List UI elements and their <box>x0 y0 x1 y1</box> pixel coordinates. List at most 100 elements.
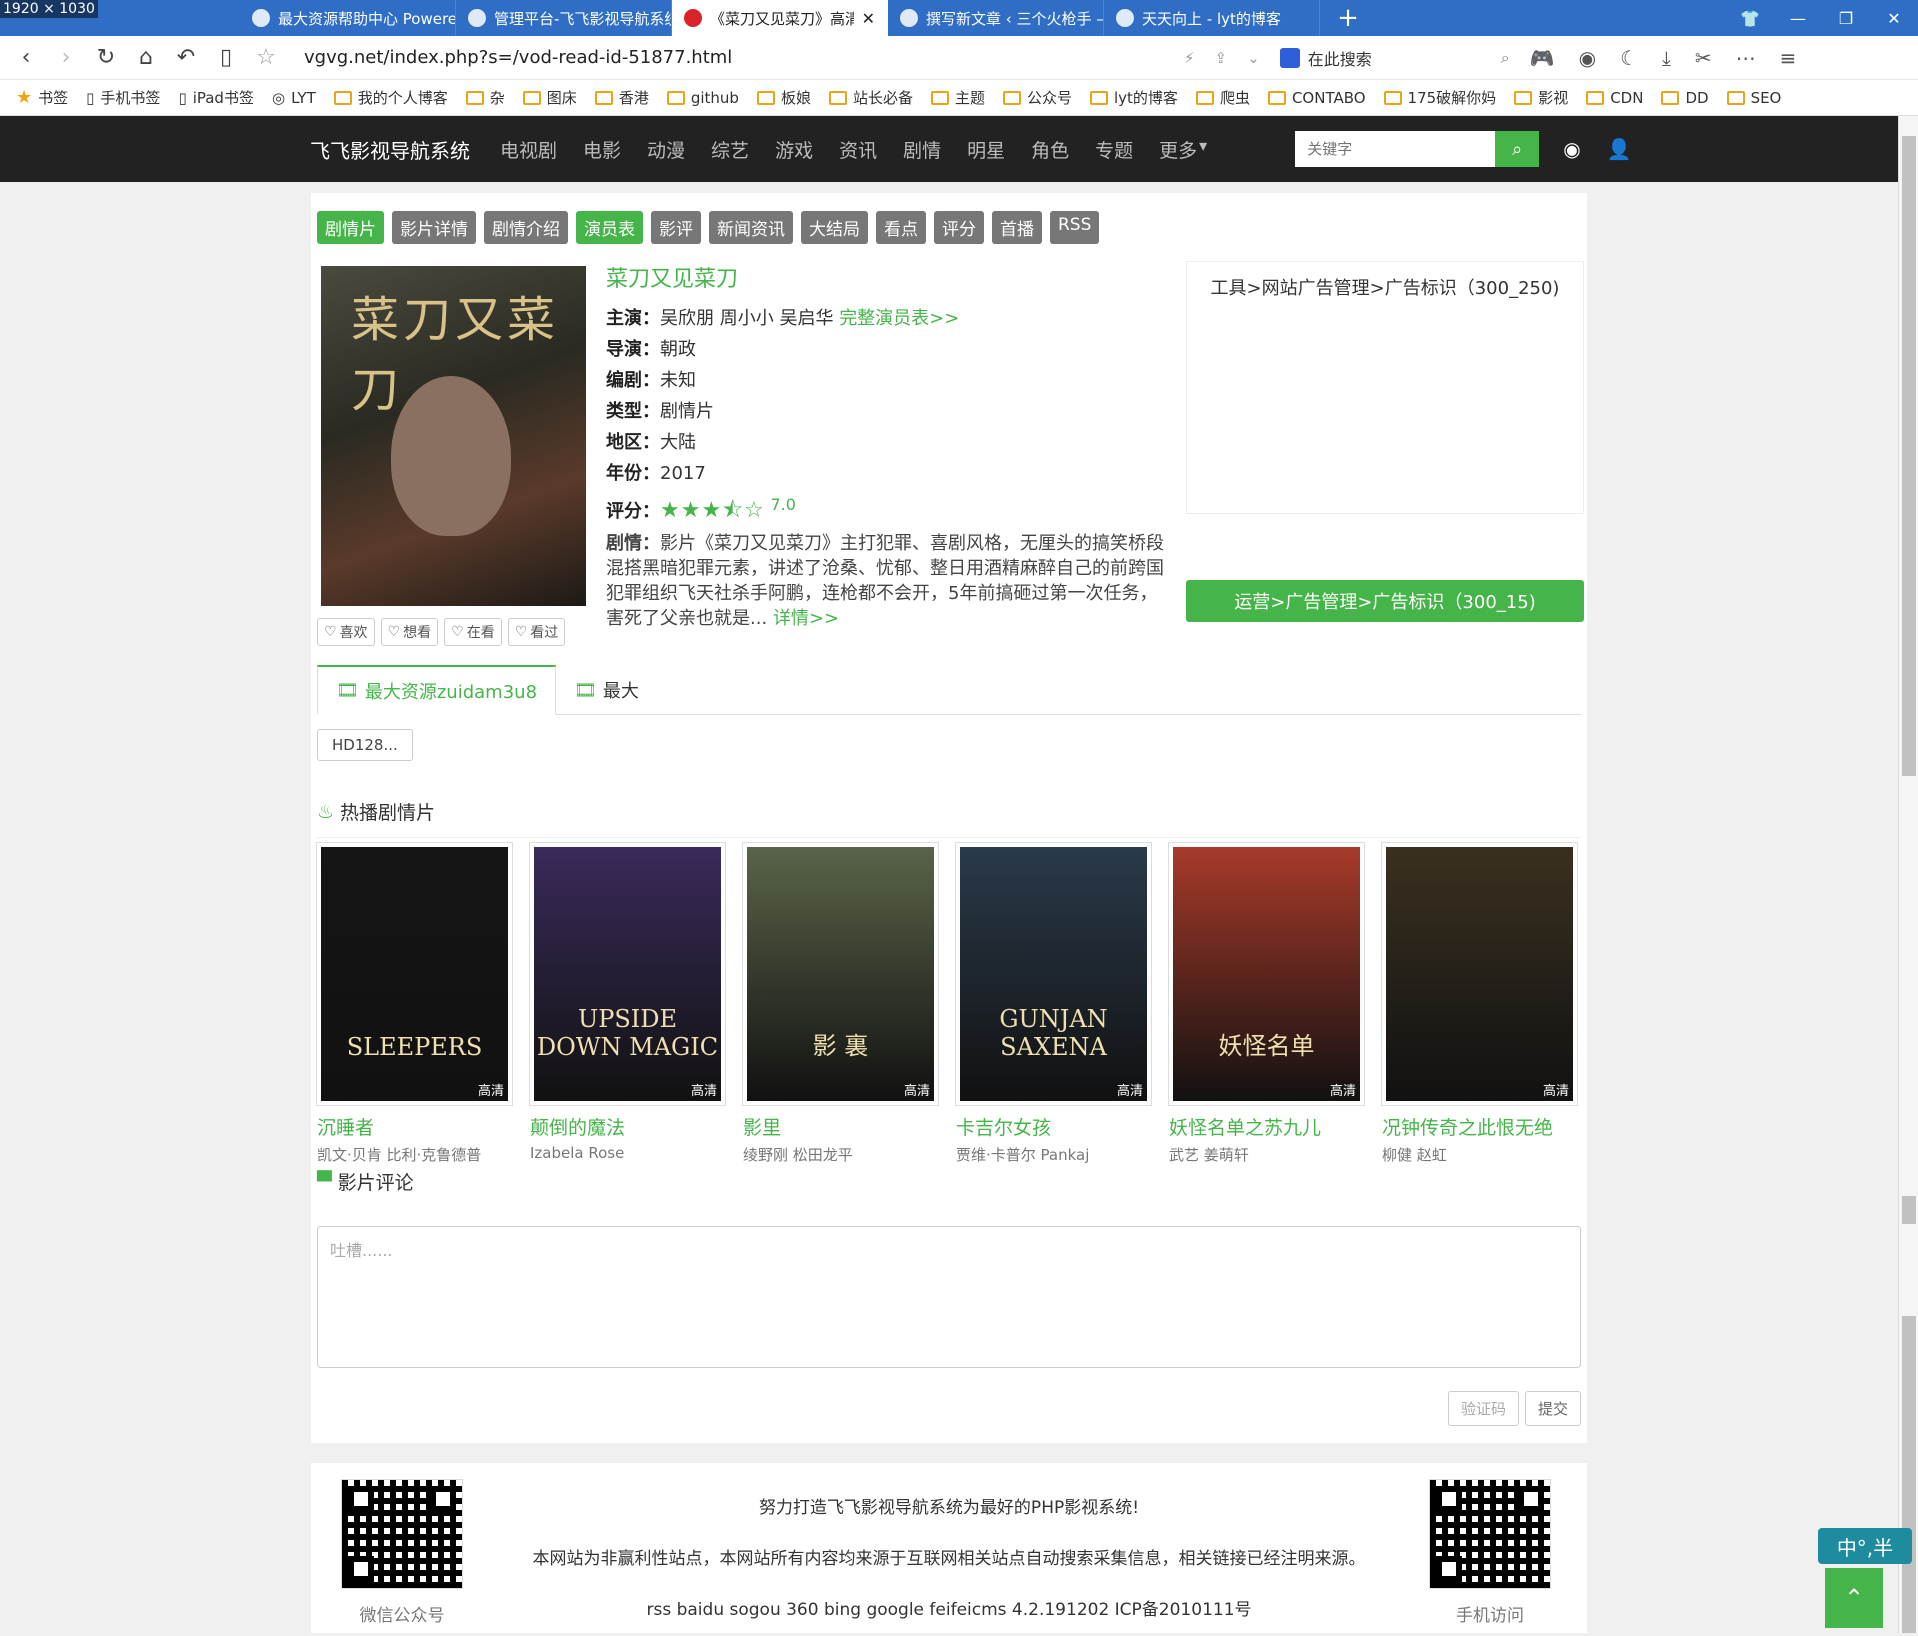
gamepad-icon[interactable]: 🎮 <box>1530 46 1555 70</box>
bookmark-item[interactable]: 影视 <box>1514 87 1568 108</box>
action-button[interactable]: ♡ 喜欢 <box>317 618 375 646</box>
bookmark-item[interactable]: ★ 书签 <box>16 87 68 108</box>
bookmark-item[interactable]: github <box>666 89 739 107</box>
bookmark-item[interactable]: ▯ 手机书签 <box>86 87 160 108</box>
hot-title[interactable]: 卡吉尔女孩 <box>956 1113 1151 1140</box>
detail-tag[interactable]: 新闻资讯 <box>709 211 793 244</box>
keyword-input[interactable] <box>1295 131 1496 167</box>
detail-tag[interactable]: 演员表 <box>576 211 643 244</box>
ime-indicator[interactable]: 中°,半 <box>1818 1528 1912 1564</box>
full-cast-link[interactable]: 完整演员表>> <box>839 308 959 329</box>
action-button[interactable]: ♡ 看过 <box>507 618 566 646</box>
episode-button[interactable]: HD128... <box>317 729 413 761</box>
browser-tab-1[interactable]: 最大资源帮助中心 Powered b <box>240 0 456 36</box>
close-tab-icon[interactable]: ✕ <box>862 9 875 28</box>
bookmark-item[interactable]: lyt的博客 <box>1090 87 1178 108</box>
submit-button[interactable]: 提交 <box>1524 1391 1581 1426</box>
hot-title[interactable]: 妖怪名单之苏九儿 <box>1169 1113 1364 1140</box>
hot-item[interactable]: 妖怪名单 高清 妖怪名单之苏九儿 武艺 姜萌轩 <box>1169 843 1364 1165</box>
page-scrollbar[interactable] <box>1898 116 1918 1633</box>
new-tab-button[interactable]: + <box>1320 0 1376 36</box>
hot-item[interactable]: 影 裏高清 影里 绫野刚 松田龙平 <box>743 843 938 1165</box>
bookmark-item[interactable]: 公众号 <box>1002 87 1072 108</box>
share-icon[interactable]: ⇪ <box>1215 49 1228 67</box>
nav-item[interactable]: 动漫 <box>647 136 685 163</box>
bookmark-item[interactable]: DD <box>1661 89 1709 107</box>
action-button[interactable]: ♡ 想看 <box>380 618 439 646</box>
hot-poster[interactable]: SLEEPERS 高清 <box>317 843 512 1105</box>
movie-poster[interactable]: 菜刀又菜刀 <box>321 266 586 606</box>
browser-tab-3[interactable]: 《菜刀又见菜刀》高清在线观✕ <box>672 0 888 36</box>
back-icon[interactable]: ‹ <box>6 38 46 78</box>
site-brand[interactable]: 飞飞影视导航系统 <box>310 135 470 164</box>
browser-tab-4[interactable]: 撰写新文章 ‹ 三个火枪手 — W <box>888 0 1104 36</box>
bookmark-item[interactable]: 爬虫 <box>1195 87 1250 108</box>
scroll-thumb[interactable] <box>1902 136 1916 776</box>
search-box[interactable]: 在此搜索 ⌕ <box>1279 46 1510 70</box>
hot-item[interactable]: 高清 况钟传奇之此恨无绝 柳健 赵虹 <box>1382 843 1577 1165</box>
hot-poster[interactable]: GUNJAN SAXENA 高清 <box>956 843 1151 1105</box>
reader-icon[interactable]: ▯ <box>206 38 246 78</box>
forward-icon[interactable]: › <box>46 38 86 78</box>
ad-bar-300x15[interactable]: 运营>广告管理>广告标识（300_15) <box>1186 580 1584 622</box>
close-window-icon[interactable]: ✕ <box>1870 0 1918 36</box>
back-to-top-button[interactable]: ⌃ <box>1825 1568 1883 1628</box>
nav-item[interactable]: 游戏 <box>775 136 813 163</box>
action-button[interactable]: ♡ 在看 <box>444 618 502 646</box>
restore-icon[interactable]: ❐ <box>1822 0 1870 36</box>
user-icon[interactable]: 👤 <box>1607 137 1632 161</box>
shirt-icon[interactable]: 👕 <box>1726 0 1774 36</box>
detail-tag[interactable]: 影片详情 <box>392 211 476 244</box>
footer-line-3[interactable]: rss baidu sogou 360 bing google feifeicm… <box>471 1585 1427 1636</box>
nav-item[interactable]: 更多 <box>1159 136 1197 163</box>
tab-source-2[interactable]: 🎞 最大 <box>556 665 657 715</box>
bookmark-item[interactable]: 我的个人博客 <box>333 87 448 108</box>
bookmark-item[interactable]: 杂 <box>465 87 505 108</box>
chevron-down-icon[interactable]: ⌄ <box>1247 49 1260 67</box>
nav-item[interactable]: 电视剧 <box>500 136 557 163</box>
nav-item[interactable]: 专题 <box>1095 136 1133 163</box>
rating-stars[interactable]: ★★★⯪☆ <box>660 498 765 523</box>
hot-title[interactable]: 颠倒的魔法 <box>530 1113 725 1140</box>
bookmark-item[interactable]: ◎ LYT <box>272 89 316 107</box>
browser-tab-2[interactable]: 管理平台-飞飞影视导航系统 <box>456 0 672 36</box>
detail-tag[interactable]: 剧情片 <box>317 211 384 244</box>
hot-title[interactable]: 沉睡者 <box>317 1113 512 1140</box>
nav-item[interactable]: 综艺 <box>711 136 749 163</box>
nav-item[interactable]: 剧情 <box>903 136 941 163</box>
hot-poster[interactable]: 妖怪名单 高清 <box>1169 843 1364 1105</box>
nav-item[interactable]: 电影 <box>583 136 621 163</box>
detail-tag[interactable]: 影评 <box>651 211 701 244</box>
detail-tag[interactable]: RSS <box>1050 211 1100 244</box>
search-icon[interactable]: ⌕ <box>1501 48 1510 68</box>
search-button[interactable]: ⌕ <box>1495 131 1540 167</box>
download-icon[interactable]: ⤓ <box>1662 46 1671 70</box>
detail-tag[interactable]: 大结局 <box>801 211 868 244</box>
plot-more-link[interactable]: 详情>> <box>773 608 839 629</box>
detail-tag[interactable]: 看点 <box>876 211 926 244</box>
ad-box-300x250[interactable]: 工具>网站广告管理>广告标识（300_250) <box>1186 261 1584 514</box>
hot-title[interactable]: 影里 <box>743 1113 938 1140</box>
moon-icon[interactable]: ☾ <box>1620 46 1638 70</box>
bookmark-item[interactable]: 板娘 <box>756 87 811 108</box>
hot-poster[interactable]: UPSIDE DOWN MAGIC 高清 <box>530 843 725 1105</box>
detail-tag[interactable]: 剧情介绍 <box>484 211 568 244</box>
reload-icon[interactable]: ↻ <box>86 38 126 78</box>
history-icon[interactable]: ◉ <box>1563 137 1580 161</box>
bookmark-item[interactable]: 主题 <box>930 87 985 108</box>
scissors-icon[interactable]: ✂ <box>1695 46 1712 70</box>
minimize-icon[interactable]: — <box>1774 0 1822 36</box>
detail-tag[interactable]: 评分 <box>934 211 984 244</box>
nav-item[interactable]: 角色 <box>1031 136 1069 163</box>
movie-title[interactable]: 菜刀又见菜刀 <box>606 261 1166 293</box>
bookmark-item[interactable]: 图床 <box>522 87 577 108</box>
comment-textarea[interactable]: 吐槽...... <box>317 1226 1581 1368</box>
bookmark-item[interactable]: SEO <box>1726 89 1781 107</box>
nav-item[interactable]: 资讯 <box>839 136 877 163</box>
lightning-icon[interactable]: ⚡ <box>1184 49 1195 67</box>
bookmark-item[interactable]: CDN <box>1586 89 1643 107</box>
bookmark-item[interactable]: 175破解你妈 <box>1383 87 1496 108</box>
hot-item[interactable]: UPSIDE DOWN MAGIC 高清 颠倒的魔法 Izabela Rose <box>530 843 725 1165</box>
bookmark-item[interactable]: 站长必备 <box>828 87 913 108</box>
hot-poster[interactable]: 高清 <box>1382 843 1577 1105</box>
